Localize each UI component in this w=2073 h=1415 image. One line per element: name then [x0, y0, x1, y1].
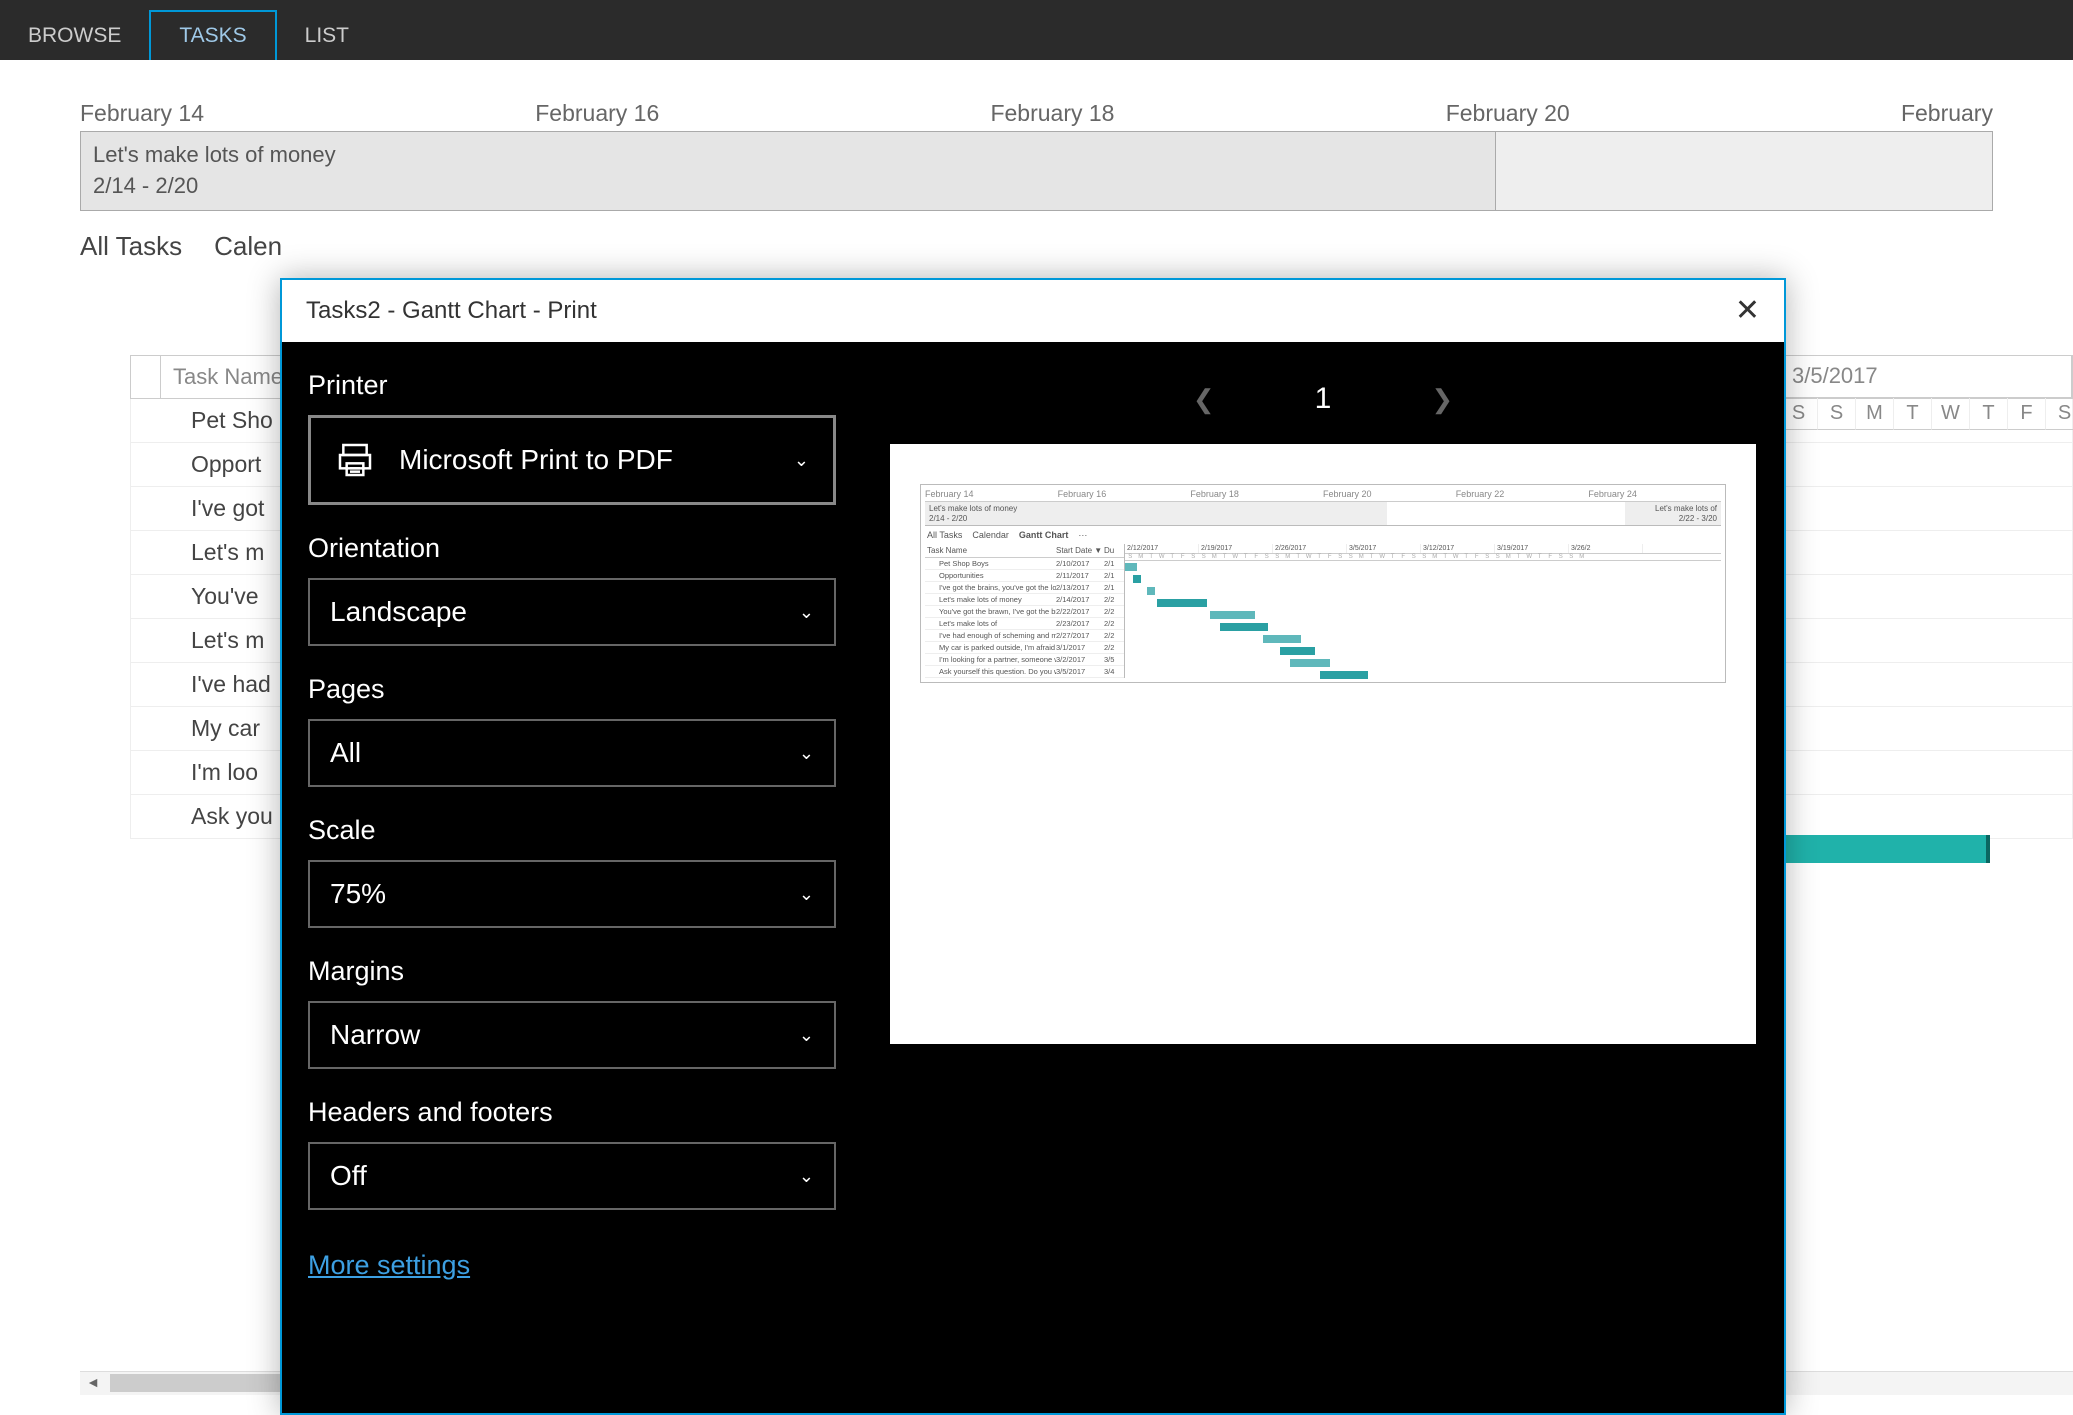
timeline-task-range: 2/14 - 2/20: [93, 171, 1483, 202]
preview-col-headers: Task Name Start Date ▼ Du: [925, 544, 1124, 558]
dialog-titlebar: Tasks2 - Gantt Chart - Print ✕: [282, 280, 1784, 342]
preview-task-row: I've had enough of scheming and mes2/27/…: [925, 630, 1124, 642]
ribbon-tab-browse[interactable]: BROWSE: [0, 12, 149, 60]
preview-gantt-bar: [1290, 659, 1330, 667]
print-options-panel: Printer Microsoft Print to PDF ⌄ Orienta…: [282, 342, 862, 1413]
timeline-date: February 14: [80, 100, 535, 127]
scale-select[interactable]: 75% ⌄: [308, 860, 836, 928]
preview-gantt-bar: [1125, 563, 1137, 571]
preview-strip-task: Let's make lots of 2/22 - 3/20: [1625, 502, 1721, 525]
timeline-date: February 20: [1446, 100, 1901, 127]
print-preview-page: February 14February 16February 18Februar…: [890, 444, 1756, 1044]
chevron-down-icon: ⌄: [799, 602, 814, 623]
orientation-label: Orientation: [308, 533, 836, 564]
ribbon: BROWSE TASKS LIST: [0, 0, 2073, 60]
preview-gantt-bar: [1133, 575, 1141, 583]
preview-gantt: Task Name Start Date ▼ Du Pet Shop Boys2…: [925, 544, 1721, 678]
gantt-day-cell: F: [2008, 398, 2046, 430]
printer-select[interactable]: Microsoft Print to PDF ⌄: [308, 415, 836, 505]
headers-footers-value: Off: [330, 1160, 367, 1192]
printer-label: Printer: [308, 370, 836, 401]
chevron-down-icon: ⌄: [799, 1166, 814, 1187]
chevron-down-icon: ⌄: [799, 743, 814, 764]
timeline-header: February 14 February 16 February 18 Febr…: [80, 100, 1993, 132]
headers-footers-select[interactable]: Off ⌄: [308, 1142, 836, 1210]
timeline-task[interactable]: Let's make lots of money 2/14 - 2/20: [81, 132, 1496, 210]
preview-gantt-bar: [1210, 611, 1255, 619]
gantt-date-column: 3/5/2017 SSMTWTFS: [1780, 355, 2073, 430]
orientation-value: Landscape: [330, 596, 467, 628]
scale-value: 75%: [330, 878, 386, 910]
preview-task-row: Let's make lots of2/23/20172/2: [925, 618, 1124, 630]
page-number: 1: [1315, 382, 1332, 416]
preview-gantt-bar: [1320, 671, 1368, 679]
timeline-bar: Let's make lots of money 2/14 - 2/20: [80, 132, 1993, 211]
view-tab-calendar[interactable]: Calen: [214, 231, 282, 262]
preview-gantt-bar: [1220, 623, 1268, 631]
timeline-date: February 18: [990, 100, 1445, 127]
timeline: February 14 February 16 February 18 Febr…: [0, 60, 2073, 211]
prev-page-icon[interactable]: ❮: [1193, 384, 1215, 415]
preview-task-row: Pet Shop Boys2/10/20172/1: [925, 558, 1124, 570]
preview-day-letters: SMTWTFSSMTWTFSSMTWTFSSMTWTFSSMTWTFSSMTWT…: [1125, 554, 1721, 561]
preview-gantt-bar: [1263, 635, 1301, 643]
pages-value: All: [330, 737, 361, 769]
preview-gantt-bar: [1280, 647, 1315, 655]
view-tab-alltasks[interactable]: All Tasks: [80, 231, 182, 262]
next-page-icon[interactable]: ❯: [1431, 384, 1453, 415]
more-settings-link[interactable]: More settings: [308, 1250, 470, 1281]
preview-task-row: I've got the brains, you've got the look…: [925, 582, 1124, 594]
preview-timeline-strip: Let's make lots of money 2/14 - 2/20 Let…: [925, 502, 1721, 526]
gantt-day-cell: T: [1970, 398, 2008, 430]
preview-task-row: My car is parked outside, I'm afraid it …: [925, 642, 1124, 654]
scale-label: Scale: [308, 815, 836, 846]
preview-task-row: Opportunities2/11/20172/1: [925, 570, 1124, 582]
gantt-task-bar[interactable]: [1780, 835, 1990, 863]
pages-label: Pages: [308, 674, 836, 705]
ribbon-tab-tasks[interactable]: TASKS: [149, 10, 276, 60]
pages-select[interactable]: All ⌄: [308, 719, 836, 787]
preview-week-dates: 2/12/20172/19/20172/26/20173/5/20173/12/…: [1125, 544, 1721, 554]
orientation-select[interactable]: Landscape ⌄: [308, 578, 836, 646]
margins-value: Narrow: [330, 1019, 420, 1051]
gantt-date-header: 3/5/2017: [1780, 355, 2073, 398]
gantt-col-blank: [131, 356, 161, 398]
gantt-days-row: SSMTWTFS: [1780, 398, 2073, 430]
printer-icon: [335, 440, 375, 480]
preview-task-row: You've got the brawn, I've got the brai2…: [925, 606, 1124, 618]
preview-gantt-bar: [1147, 587, 1155, 595]
page-navigator: ❮ 1 ❯: [890, 382, 1756, 416]
print-dialog: Tasks2 - Gantt Chart - Print ✕ Printer M…: [280, 278, 1786, 1415]
ribbon-tab-list[interactable]: LIST: [277, 12, 377, 60]
close-icon[interactable]: ✕: [1735, 296, 1760, 326]
preview-strip-task: Let's make lots of money 2/14 - 2/20: [925, 502, 1387, 525]
gantt-day-cell: M: [1856, 398, 1894, 430]
print-preview-panel: ❮ 1 ❯ February 14February 16February 18F…: [862, 342, 1784, 1413]
chevron-down-icon: ⌄: [799, 884, 814, 905]
dialog-title: Tasks2 - Gantt Chart - Print: [306, 297, 597, 325]
scroll-left-arrow[interactable]: ◄: [84, 1374, 102, 1392]
gantt-day-cell: S: [1818, 398, 1856, 430]
gantt-day-cell: W: [1932, 398, 1970, 430]
headers-footers-label: Headers and footers: [308, 1097, 836, 1128]
preview-view-tabs: All TasksCalendarGantt Chart···: [925, 526, 1721, 544]
margins-label: Margins: [308, 956, 836, 987]
preview-gantt-bar: [1157, 599, 1207, 607]
timeline-date: February: [1901, 100, 1993, 127]
chevron-down-icon: ⌄: [794, 450, 809, 471]
scroll-thumb[interactable]: [110, 1374, 280, 1392]
printer-value: Microsoft Print to PDF: [399, 444, 673, 476]
view-tabs: All Tasks Calen: [0, 211, 2073, 262]
preview-task-row: Let's make lots of money2/14/20172/2: [925, 594, 1124, 606]
gantt-day-cell: S: [2046, 398, 2073, 430]
gantt-day-cell: T: [1894, 398, 1932, 430]
preview-task-row: I'm looking for a partner, someone wh3/2…: [925, 654, 1124, 666]
chevron-down-icon: ⌄: [799, 1025, 814, 1046]
margins-select[interactable]: Narrow ⌄: [308, 1001, 836, 1069]
timeline-date: February 16: [535, 100, 990, 127]
preview-timeline-dates: February 14February 16February 18Februar…: [925, 489, 1721, 502]
timeline-task-title: Let's make lots of money: [93, 140, 1483, 171]
preview-task-row: Ask yourself this question. Do you war3/…: [925, 666, 1124, 678]
